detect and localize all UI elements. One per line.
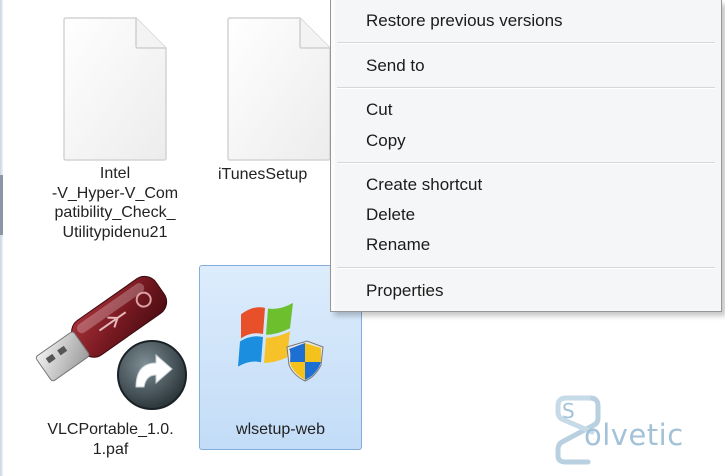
menu-item-copy[interactable]: Copy <box>366 128 715 154</box>
menu-separator <box>337 87 715 89</box>
blank-document-icon <box>227 17 331 161</box>
windows-installer-icon <box>238 303 324 382</box>
menu-item-send-to[interactable]: Send to <box>366 53 715 79</box>
window-left-edge <box>0 0 3 476</box>
file-name-label: Intel -V_Hyper-V_Com patibility_Check_ U… <box>51 165 179 241</box>
menu-item-rename[interactable]: Rename <box>366 232 715 258</box>
watermark-logo-letter: S <box>562 399 575 423</box>
menu-item-cut[interactable]: Cut <box>366 97 715 123</box>
menu-separator <box>337 42 715 44</box>
context-menu: Restore previous versions Send to Cut Co… <box>330 0 722 312</box>
solvetic-watermark: S olvetic <box>548 388 723 468</box>
blank-document-icon <box>63 17 167 161</box>
file-item-vlcportable[interactable]: VLCPortable_1.0. 1.paf <box>28 275 193 475</box>
file-item-intel[interactable]: Intel -V_Hyper-V_Com patibility_Check_ U… <box>40 10 190 260</box>
menu-separator <box>337 162 715 164</box>
watermark-text: olvetic <box>584 418 684 452</box>
menu-item-restore-previous-versions[interactable]: Restore previous versions <box>366 8 715 34</box>
file-name-label: wlsetup-web <box>236 421 325 438</box>
menu-item-properties[interactable]: Properties <box>366 278 715 304</box>
window-left-edge-mark <box>0 175 3 235</box>
file-name-label: VLCPortable_1.0. 1.paf <box>47 421 174 458</box>
menu-separator <box>337 267 715 269</box>
menu-item-delete[interactable]: Delete <box>366 202 715 228</box>
menu-item-create-shortcut[interactable]: Create shortcut <box>366 172 715 198</box>
context-menu-gutter <box>331 0 335 311</box>
usb-drive-icon <box>35 275 187 410</box>
